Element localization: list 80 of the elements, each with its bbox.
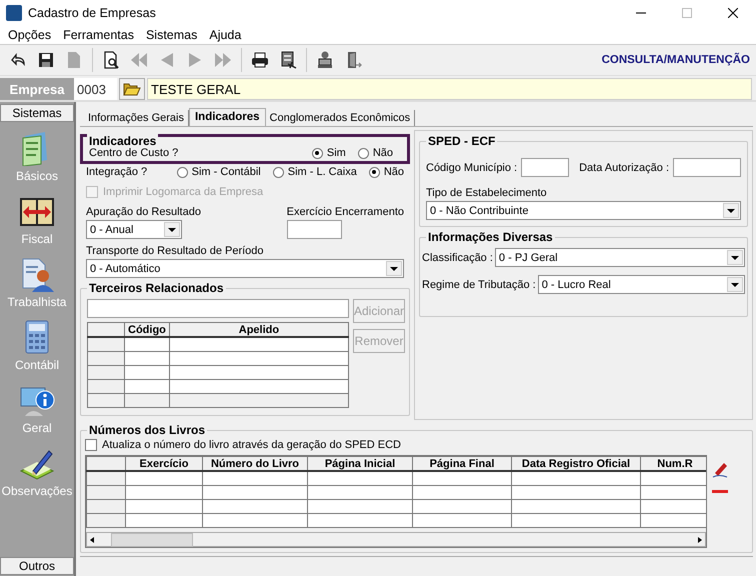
field-label: Código Município : <box>426 162 518 174</box>
column-header: Exercício <box>126 456 202 471</box>
menu-item[interactable]: Ferramentas <box>57 26 140 44</box>
row-header-cell <box>88 380 124 394</box>
radio-button[interactable] <box>368 166 380 178</box>
remove-icon[interactable] <box>711 489 729 495</box>
caret-icon[interactable] <box>390 266 398 270</box>
outros-button[interactable]: Outros <box>0 557 74 575</box>
row-header-cell <box>88 366 124 380</box>
group-title: SPED - ECF <box>426 134 498 148</box>
checkbox-label: Atualiza o número do livro através da geração do SPED ECD <box>102 439 401 451</box>
field-label: Regime de Tributação : <box>422 278 536 290</box>
caret-icon[interactable] <box>731 256 739 260</box>
radio-button[interactable] <box>358 148 369 158</box>
input-field[interactable] <box>673 158 741 177</box>
column-header: Página Final <box>412 456 512 471</box>
caret-icon[interactable] <box>168 228 176 232</box>
field-label: Exercício Encerramento <box>286 206 404 218</box>
field-label: Transporte do Resultado de Período <box>86 245 265 257</box>
field-label: Classificação : <box>422 252 493 264</box>
input-field[interactable] <box>286 220 342 239</box>
radio-button[interactable] <box>312 148 323 158</box>
radio-label: Sim - Contábil <box>192 166 261 178</box>
radio-label: Sim <box>326 147 346 159</box>
menu-item[interactable]: Sistemas <box>140 26 204 44</box>
column-header: Número do Livro <box>202 456 308 471</box>
tab[interactable]: Indicadores <box>188 108 266 126</box>
pencil-icon[interactable] <box>711 461 729 479</box>
caret-icon[interactable] <box>727 208 735 212</box>
column-header: Página Inicial <box>308 456 412 471</box>
column-header: Código <box>124 322 170 337</box>
group-title: Indicadores <box>87 134 158 148</box>
scroll-thumb[interactable] <box>111 532 193 546</box>
table-header-cell <box>88 322 124 337</box>
table-cell <box>124 352 170 366</box>
row-header-cell <box>88 337 124 352</box>
checkbox[interactable] <box>85 439 97 451</box>
radio-label: Não <box>372 147 393 159</box>
radio-button[interactable] <box>176 166 188 178</box>
open-folder-button[interactable] <box>119 78 145 100</box>
dropdown[interactable]: 0 - Anual <box>86 220 182 239</box>
app-logo-icon <box>6 5 22 21</box>
field-label: Data Autorização : <box>579 162 669 174</box>
dropdown[interactable]: 0 - Lucro Real <box>538 275 745 294</box>
field-label: Apuração do Resultado <box>86 206 201 218</box>
group-title: Informações Diversas <box>426 230 555 244</box>
column-header: Apelido <box>169 322 348 337</box>
group-title: Terceiros Relacionados <box>87 281 226 295</box>
company-name-field[interactable]: TESTE GERAL <box>147 78 752 100</box>
table-cell <box>124 394 170 408</box>
window-title: Cadastro de Empresas <box>28 6 157 20</box>
column-header: Data Registro Oficial <box>512 456 640 471</box>
table-cell <box>124 366 170 380</box>
menu-item[interactable]: Opções <box>2 26 58 44</box>
mode-label: CONSULTA/MANUTENÇÃO <box>602 54 750 66</box>
dropdown[interactable]: 0 - Automático <box>86 259 404 278</box>
radio-label: Sim - L. Caixa <box>288 166 357 178</box>
empresa-label: Empresa <box>0 78 74 100</box>
radio-label: Não <box>384 166 404 178</box>
checkbox-label: Imprimir Logomarca da Empresa <box>103 186 264 198</box>
field-label: Centro de Custo ? <box>89 147 180 159</box>
row-header-cell <box>88 352 124 366</box>
table-cell <box>124 337 170 352</box>
field-label: Integração ? <box>86 166 148 178</box>
close-icon[interactable] <box>728 8 738 18</box>
dropdown[interactable]: 0 - Não Contribuinte <box>426 201 741 220</box>
column-header: Num.R <box>640 456 706 471</box>
caret-icon[interactable] <box>731 282 739 286</box>
horizontal-scrollbar[interactable] <box>86 532 706 547</box>
dropdown[interactable]: 0 - PJ Geral <box>494 248 745 267</box>
input-field[interactable] <box>87 299 349 318</box>
tab[interactable]: Conglomerados Econômicos <box>266 110 416 126</box>
company-code-field[interactable]: 0003 <box>74 78 117 100</box>
radio-button[interactable] <box>272 166 284 178</box>
group-title: Números dos Livros <box>87 423 208 437</box>
field-label: Tipo de Estabelecimento <box>426 187 548 199</box>
menu-item[interactable]: Ajuda <box>203 26 248 44</box>
input-field[interactable] <box>521 158 570 177</box>
sistemas-header-button[interactable]: Sistemas <box>0 104 74 122</box>
row-header-cell <box>88 394 124 408</box>
